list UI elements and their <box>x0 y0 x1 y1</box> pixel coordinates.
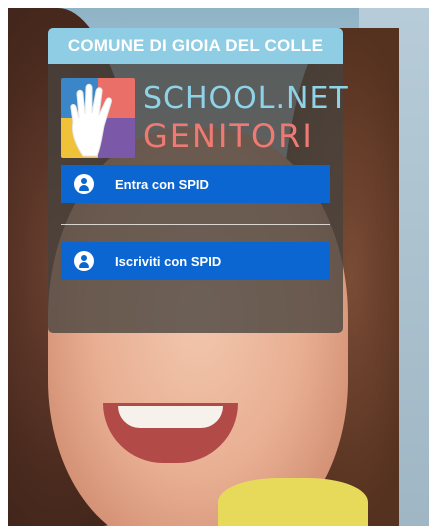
login-spid-label: Entra con SPID <box>115 176 209 192</box>
brand-subtitle: GENITORI <box>143 117 314 155</box>
divider <box>61 224 330 225</box>
login-panel: COMUNE DI GIOIA DEL COLLE SCHOOL.NET GEN… <box>48 28 348 333</box>
school-net-logo: SCHOOL.NET GENITORI <box>61 78 348 158</box>
register-spid-label: Iscriviti con SPID <box>115 253 222 269</box>
hand-icon <box>70 83 112 157</box>
login-spid-button[interactable]: Entra con SPID <box>61 165 330 203</box>
hand-logo-box <box>61 78 135 158</box>
brand-name: SCHOOL.NET <box>143 81 349 116</box>
teeth <box>118 406 223 428</box>
register-spid-button[interactable]: Iscriviti con SPID <box>61 242 330 280</box>
user-circle-icon <box>61 165 107 203</box>
municipality-title: COMUNE DI GIOIA DEL COLLE <box>48 28 343 64</box>
shirt <box>218 478 368 526</box>
user-circle-icon <box>61 242 107 280</box>
